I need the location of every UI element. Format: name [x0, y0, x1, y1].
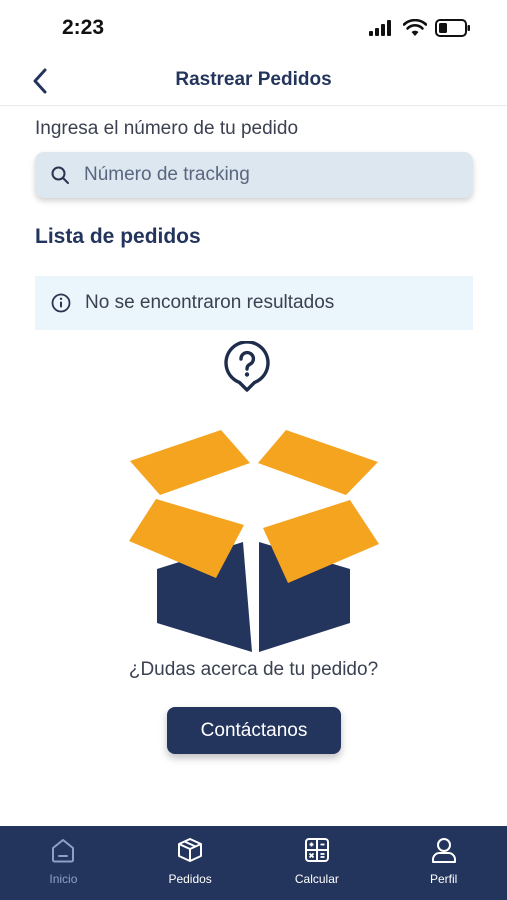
- doubts-text: ¿Dudas acerca de tu pedido?: [128, 659, 379, 680]
- signal-icon: [369, 20, 391, 36]
- nav-item-perfil[interactable]: Perfil: [380, 826, 507, 900]
- nav-label-calcular: Calcular: [294, 872, 339, 886]
- contact-button[interactable]: Contáctanos: [167, 707, 341, 754]
- wifi-icon: [403, 19, 427, 36]
- header: Rastrear Pedidos: [0, 56, 507, 106]
- nav-label-inicio: Inicio: [49, 872, 78, 886]
- open-box-illustration: [129, 430, 379, 652]
- page-title: Rastrear Pedidos: [175, 69, 332, 90]
- battery-icon: [435, 19, 470, 37]
- home-icon: [52, 839, 75, 863]
- nav-item-inicio[interactable]: Inicio: [0, 826, 127, 900]
- no-results-text: No se encontraron resultados: [85, 292, 335, 313]
- info-icon: [51, 293, 71, 313]
- orders-list-title: Lista de pedidos: [35, 225, 201, 248]
- nav-item-calcular[interactable]: Calcular: [254, 826, 381, 900]
- nav-item-pedidos[interactable]: Pedidos: [127, 826, 254, 900]
- bottom-nav: Inicio Pedidos Calcular Perfil: [0, 826, 507, 900]
- search-icon: [51, 166, 69, 184]
- status-icons: [369, 19, 471, 37]
- no-results-banner: No se encontraron resultados: [35, 276, 473, 330]
- box-icon: [178, 838, 203, 862]
- nav-label-pedidos: Pedidos: [168, 872, 212, 886]
- status-time: 2:23: [62, 16, 105, 39]
- search-label: Ingresa el número de tu pedido: [35, 118, 299, 139]
- status-bar: 2:23: [0, 0, 507, 56]
- calculator-icon: [304, 838, 329, 862]
- user-icon: [431, 838, 456, 863]
- nav-label-perfil: Perfil: [429, 872, 458, 886]
- question-bubble-icon: [224, 341, 270, 392]
- search-box[interactable]: [35, 152, 473, 198]
- tracking-number-input[interactable]: [84, 164, 444, 186]
